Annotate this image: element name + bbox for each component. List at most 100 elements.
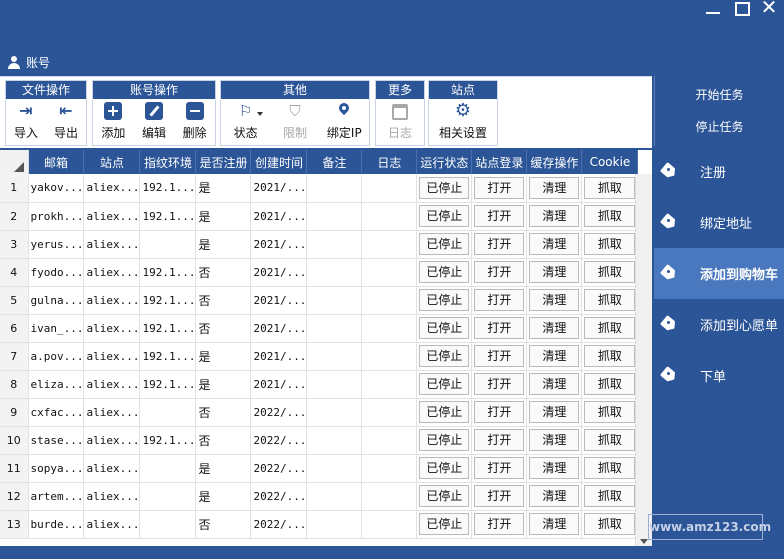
open-login-button[interactable]: 打开 <box>474 233 525 255</box>
clear-cache-button[interactable]: 清理 <box>529 401 580 423</box>
log-button[interactable]: 日志 <box>376 99 424 145</box>
col-cache[interactable]: 缓存操作 <box>526 150 583 174</box>
clear-cache-button[interactable]: 清理 <box>529 373 580 395</box>
grab-cookie-button[interactable]: 抓取 <box>584 457 636 479</box>
edit-button[interactable]: 编辑 <box>134 99 175 145</box>
select-all-corner[interactable] <box>0 150 29 174</box>
nav-item-place-order[interactable]: 下单 <box>654 350 784 401</box>
grab-cookie-button[interactable]: 抓取 <box>584 401 636 423</box>
open-login-button[interactable]: 打开 <box>474 513 525 535</box>
open-login-button[interactable]: 打开 <box>474 401 525 423</box>
stopped-status-button[interactable]: 已停止 <box>419 401 470 423</box>
stopped-status-button[interactable]: 已停止 <box>419 233 470 255</box>
clear-cache-button[interactable]: 清理 <box>529 457 580 479</box>
open-login-button[interactable]: 打开 <box>474 373 525 395</box>
stopped-status-button[interactable]: 已停止 <box>419 513 470 535</box>
col-email[interactable]: 邮箱 <box>28 150 85 174</box>
col-run-status[interactable]: 运行状态 <box>416 150 473 174</box>
col-log[interactable]: 日志 <box>361 150 418 174</box>
col-site[interactable]: 站点 <box>83 150 141 174</box>
import-button[interactable]: ⇥ 导入 <box>6 99 46 145</box>
add-button[interactable]: 添加 <box>93 99 134 145</box>
grab-cookie-button[interactable]: 抓取 <box>584 176 636 199</box>
table-row[interactable]: 2 prokh... aliex... 192.1... 是 2021/... 已停止 打开清… <box>0 202 639 231</box>
table-row[interactable]: 6 ivan_... aliex... 192.1... 否 2021/... 已停止 打开清… <box>0 314 639 343</box>
col-created[interactable]: 创建时间 <box>250 150 308 174</box>
clear-cache-button[interactable]: 清理 <box>529 261 580 283</box>
table-row[interactable]: 1 yakov... aliex... 192.1... 是 2021/... 已停止 打开清… <box>0 174 639 203</box>
grab-cookie-button[interactable]: 抓取 <box>584 429 636 451</box>
export-button[interactable]: ⇤ 导出 <box>46 99 86 145</box>
start-task-button[interactable]: 开始任务 <box>655 80 784 110</box>
bind-ip-button[interactable]: 绑定IP <box>320 99 369 145</box>
open-login-button[interactable]: 打开 <box>474 317 525 339</box>
stopped-status-button[interactable]: 已停止 <box>419 317 470 339</box>
clear-cache-button[interactable]: 清理 <box>529 513 580 535</box>
open-login-button[interactable]: 打开 <box>474 345 525 367</box>
table-row[interactable]: 9 cxfac... aliex... 否 2022/... 已停止 打开 清理 抓取 <box>0 398 639 427</box>
col-cookie[interactable]: Cookie <box>581 150 639 174</box>
col-site-login[interactable]: 站点登录 <box>471 150 528 174</box>
stopped-status-button[interactable]: 已停止 <box>419 205 470 227</box>
open-login-button[interactable]: 打开 <box>474 485 525 507</box>
delete-button[interactable]: 删除 <box>174 99 215 145</box>
scroll-down-icon[interactable] <box>640 539 648 544</box>
clear-cache-button[interactable]: 清理 <box>529 429 580 451</box>
cell: 已停止 <box>416 202 473 231</box>
open-login-button[interactable]: 打开 <box>474 176 525 199</box>
maximize-icon[interactable] <box>732 0 750 16</box>
table-row[interactable]: 10 stase... aliex... 192.1... 否 2022/... 已停止 打开… <box>0 426 639 455</box>
stopped-status-button[interactable]: 已停止 <box>419 373 470 395</box>
stopped-status-button[interactable]: 已停止 <box>419 289 470 311</box>
open-login-button[interactable]: 打开 <box>474 429 525 451</box>
limit-button[interactable]: ⛉ 限制 <box>270 99 319 145</box>
open-login-button[interactable]: 打开 <box>474 289 525 311</box>
col-fingerprint[interactable]: 指纹环境 <box>139 150 197 174</box>
stopped-status-button[interactable]: 已停止 <box>419 485 470 507</box>
minimize-icon[interactable] <box>704 0 722 16</box>
clear-cache-button[interactable]: 清理 <box>529 317 580 339</box>
stopped-status-button[interactable]: 已停止 <box>419 429 470 451</box>
open-login-button[interactable]: 打开 <box>474 457 525 479</box>
open-login-button[interactable]: 打开 <box>474 261 525 283</box>
table-row[interactable]: 3 yerus... aliex... 是 2021/... 已停止 打开 清理 抓取 <box>0 230 639 259</box>
clear-cache-button[interactable]: 清理 <box>529 345 580 367</box>
grab-cookie-button[interactable]: 抓取 <box>584 289 636 311</box>
stop-task-button[interactable]: 停止任务 <box>655 112 784 142</box>
vertical-scrollbar[interactable] <box>635 174 652 546</box>
site-settings-button[interactable]: ⚙ 相关设置 <box>429 99 497 145</box>
clear-cache-button[interactable]: 清理 <box>529 176 580 199</box>
grab-cookie-button[interactable]: 抓取 <box>584 513 636 535</box>
table-row[interactable]: 12 artem... aliex... 是 2022/... 已停止 打开 清理 抓取 <box>0 482 639 511</box>
grab-cookie-button[interactable]: 抓取 <box>584 373 636 395</box>
table-row[interactable]: 13 burde... aliex... 否 2022/... 已停止 打开 清理 抓取 <box>0 510 639 539</box>
table-row[interactable]: 7 a.pov... aliex... 192.1... 是 2021/... 已停止 打开清… <box>0 342 639 371</box>
status-button[interactable]: ⚐ 状态 <box>221 99 270 145</box>
clear-cache-button[interactable]: 清理 <box>529 485 580 507</box>
table-row[interactable]: 5 gulna... aliex... 192.1... 否 2021/... 已停止 打开清… <box>0 286 639 315</box>
col-remark[interactable]: 备注 <box>306 150 363 174</box>
stopped-status-button[interactable]: 已停止 <box>419 345 470 367</box>
grab-cookie-button[interactable]: 抓取 <box>584 485 636 507</box>
stopped-status-button[interactable]: 已停止 <box>419 261 470 283</box>
table-row[interactable]: 8 eliza... aliex... 192.1... 是 2021/... 已停止 打开清… <box>0 370 639 399</box>
close-icon[interactable]: ✕ <box>760 0 778 17</box>
grab-cookie-button[interactable]: 抓取 <box>584 205 636 227</box>
grab-cookie-button[interactable]: 抓取 <box>584 345 636 367</box>
grab-cookie-button[interactable]: 抓取 <box>584 261 636 283</box>
clear-cache-button[interactable]: 清理 <box>529 233 580 255</box>
col-registered[interactable]: 是否注册 <box>195 150 252 174</box>
nav-item-register[interactable]: 注册 <box>654 146 784 197</box>
nav-item-add-to-wishlist[interactable]: 添加到心愿单 <box>654 299 784 350</box>
grab-cookie-button[interactable]: 抓取 <box>584 233 636 255</box>
nav-item-bind-address[interactable]: 绑定地址 <box>654 197 784 248</box>
clear-cache-button[interactable]: 清理 <box>529 289 580 311</box>
clear-cache-button[interactable]: 清理 <box>529 205 580 227</box>
table-row[interactable]: 4 fyodo... aliex... 192.1... 否 2021/... 已停止 打开清… <box>0 258 639 287</box>
stopped-status-button[interactable]: 已停止 <box>419 176 470 199</box>
stopped-status-button[interactable]: 已停止 <box>419 457 470 479</box>
table-row[interactable]: 11 sopya... aliex... 是 2022/... 已停止 打开 清理 抓取 <box>0 454 639 483</box>
open-login-button[interactable]: 打开 <box>474 205 525 227</box>
grab-cookie-button[interactable]: 抓取 <box>584 317 636 339</box>
nav-item-add-to-cart[interactable]: 添加到购物车 <box>654 248 784 299</box>
